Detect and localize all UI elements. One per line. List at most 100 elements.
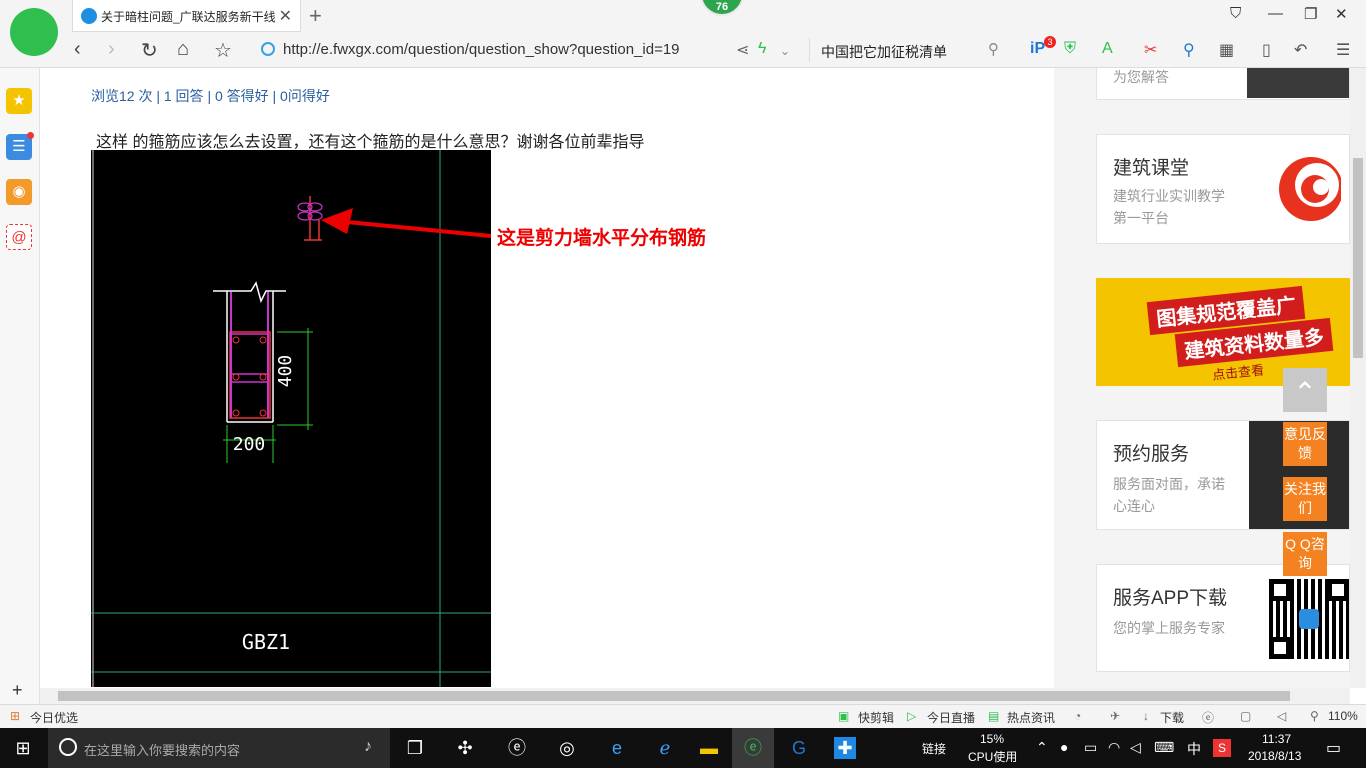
live-label[interactable]: 今日直播 (927, 709, 975, 726)
browser-e-icon[interactable]: ⓔ (506, 737, 528, 759)
action-center-icon[interactable]: ▭ (1326, 738, 1341, 758)
tray-expand-icon[interactable]: ⌃ (1036, 739, 1048, 756)
360-browser-icon[interactable]: ⓔ (742, 737, 764, 759)
url-text[interactable]: http://e.fwxgx.com/question/question_sho… (283, 41, 680, 58)
ip-icon[interactable]: iP (1030, 40, 1045, 58)
question-stats[interactable]: 浏览12 次 | 1 回答 | 0 答得好 | 0问得好 (91, 86, 330, 106)
battery-icon[interactable]: ▭ (1084, 739, 1097, 756)
speaker-icon[interactable]: ◁ (1130, 739, 1141, 756)
tab-active[interactable]: 关于暗柱问题_广联达服务新干线 ✕ (72, 0, 301, 32)
download-label[interactable]: 下载 (1160, 709, 1184, 726)
translate-icon[interactable]: A (1102, 40, 1113, 58)
cad-label: GBZ1 (242, 630, 290, 654)
kuaijianji-label[interactable]: 快剪辑 (858, 709, 894, 726)
add-sidebar-icon[interactable]: + (12, 680, 23, 701)
wifi-icon[interactable]: ◠ (1108, 739, 1120, 756)
weibo-icon[interactable]: ◉ (6, 179, 32, 205)
answer-card[interactable]: 为您解答 (1096, 68, 1350, 100)
magnifier-icon[interactable]: ⚲ (1183, 40, 1195, 60)
window-icon[interactable]: ▢ (1240, 709, 1251, 723)
grid-icon[interactable]: ▦ (1219, 40, 1234, 60)
browser-logo-icon[interactable]: e (10, 8, 58, 56)
secure-site-icon (261, 42, 275, 56)
lightning-icon[interactable]: ϟ (758, 40, 766, 58)
back-icon[interactable]: ‹ (74, 38, 81, 61)
left-sidebar: ★ ☰ ◉ @ + (0, 68, 40, 704)
windows-start-icon[interactable]: ⊞ (12, 737, 34, 759)
hot-news-icon[interactable]: ▤ (988, 709, 999, 723)
address-bar[interactable]: http://e.fwxgx.com/question/question_sho… (257, 38, 807, 62)
follow-us-button[interactable]: 关注我们 (1283, 477, 1327, 521)
ime-indicator[interactable]: 中 (1187, 739, 1201, 759)
sogou-s-icon[interactable]: S (1213, 739, 1231, 757)
microphone-icon[interactable]: ♪ (364, 738, 372, 756)
clock-time[interactable]: 11:37 (1262, 732, 1291, 746)
search-input[interactable]: 中国把它加征税清单 (821, 42, 947, 62)
person-icon[interactable]: ● (1060, 739, 1068, 755)
keyboard-icon[interactable]: ⌨ (1154, 739, 1174, 756)
undo-icon[interactable]: ↶ (1294, 40, 1307, 60)
minimize-button[interactable]: — (1268, 5, 1283, 22)
today-picks-label[interactable]: 今日优选 (30, 709, 78, 726)
speed-badge[interactable]: 76 (700, 0, 744, 16)
speedometer-icon[interactable]: ◔ (1074, 709, 1081, 723)
live-play-icon[interactable]: ▷ (907, 709, 916, 723)
favorites-icon[interactable]: ★ (6, 88, 32, 114)
zoom-icon[interactable]: ⚲ (1310, 709, 1319, 723)
vertical-scrollbar[interactable] (1350, 68, 1366, 688)
appointment-card-title: 预约服务 (1113, 444, 1190, 465)
restore-button[interactable]: ❐ (1304, 5, 1317, 23)
feedback-button[interactable]: 意见反馈 (1283, 422, 1327, 466)
video-edit-icon[interactable]: ▣ (838, 709, 849, 723)
swirl-app-icon[interactable]: ◎ (556, 737, 578, 759)
link-label[interactable]: 链接 (922, 740, 946, 757)
favorite-star-icon[interactable]: ☆ (214, 38, 232, 63)
tools-icon[interactable]: ✈ (1110, 709, 1120, 723)
new-tab-button[interactable]: + (309, 3, 322, 29)
ie-icon[interactable]: ℯ (654, 737, 676, 759)
mail-icon[interactable]: @ (6, 224, 32, 250)
qq-consult-button[interactable]: Q Q咨询 (1283, 532, 1327, 576)
vertical-scroll-thumb[interactable] (1353, 158, 1363, 358)
ie-mode-icon[interactable]: ⓔ (1202, 709, 1214, 726)
course-card-title: 建筑课堂 (1113, 158, 1190, 179)
cad-dim-height: 400 (275, 355, 296, 388)
clock-date[interactable]: 2018/8/13 (1248, 749, 1301, 763)
glodon-g-icon[interactable]: G (788, 737, 810, 759)
app-download-card[interactable]: 服务APP下载 您的掌上服务专家 (1096, 564, 1350, 672)
tab-close-icon[interactable]: ✕ (279, 6, 292, 26)
search-box[interactable]: 中国把它加征税清单 ⚲ (809, 38, 1009, 62)
zoom-level[interactable]: 110% (1328, 709, 1358, 723)
refresh-icon[interactable]: ↻ (141, 38, 158, 63)
logo-letter: e (25, 14, 43, 47)
forward-icon[interactable]: › (108, 38, 115, 61)
cad-drawing-svg: 400 200 GBZ1 (91, 150, 492, 687)
back-to-top-button[interactable]: ⌃ (1283, 368, 1327, 412)
share-icon[interactable]: ⋖ (736, 40, 749, 60)
gift-icon[interactable]: ⊞ (10, 709, 20, 723)
plus-app-icon[interactable]: ✚ (834, 737, 856, 759)
taskbar-search-placeholder[interactable]: 在这里输入你要搜索的内容 (84, 740, 240, 759)
search-icon[interactable]: ⚲ (988, 40, 999, 58)
taskbar-search[interactable]: 在这里输入你要搜索的内容 ♪ (48, 728, 390, 768)
task-view-icon[interactable]: ❐ (404, 737, 426, 759)
home-icon[interactable]: ⌂ (177, 38, 189, 61)
scissors-icon[interactable]: ✂ (1144, 40, 1157, 60)
chevron-down-icon[interactable]: ⌄ (780, 44, 790, 58)
shirt-icon[interactable]: ⛉ (1230, 5, 1241, 22)
cad-drawing-image: 400 200 GBZ1 (91, 150, 492, 687)
horizontal-scrollbar[interactable] (40, 688, 1350, 704)
hot-news-label[interactable]: 热点资讯 (1007, 709, 1055, 726)
menu-icon[interactable]: ☰ (1336, 40, 1350, 60)
fan-app-icon[interactable]: ✣ (454, 737, 476, 759)
close-window-button[interactable]: ✕ (1335, 5, 1348, 23)
course-card[interactable]: 建筑课堂 建筑行业实训教学第一平台 (1096, 134, 1350, 244)
download-arrow-icon[interactable]: ↓ (1143, 709, 1149, 723)
volume-icon[interactable]: ◁ (1277, 709, 1286, 723)
horizontal-scroll-thumb[interactable] (58, 691, 1290, 701)
shield-icon[interactable]: ⛨ (1064, 40, 1076, 58)
reader-icon[interactable]: ▯ (1262, 40, 1271, 60)
file-explorer-icon[interactable]: ▬ (698, 737, 720, 759)
edge-icon[interactable]: e (606, 737, 628, 759)
question-text: 这样 的箍筋应该怎么去设置，还有这个箍筋的是什么意思？谢谢各位前辈指导 (96, 134, 645, 151)
